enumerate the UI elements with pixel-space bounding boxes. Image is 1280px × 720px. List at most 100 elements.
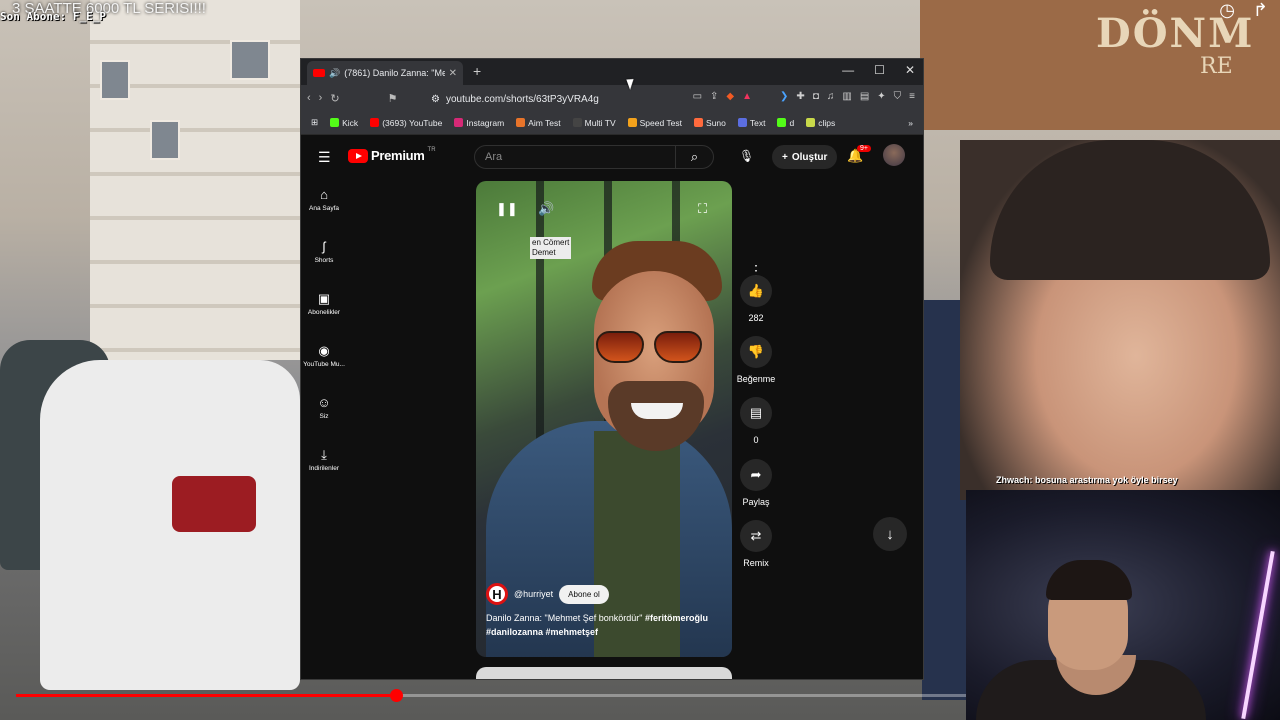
wallet-icon[interactable]: ▤ bbox=[860, 91, 869, 102]
close-tab-icon[interactable]: ✕ bbox=[449, 68, 457, 79]
fullscreen-icon[interactable]: ⛶ bbox=[698, 201, 707, 217]
next-short-preview[interactable] bbox=[476, 667, 732, 679]
avatar[interactable] bbox=[883, 144, 905, 166]
youtube-favicon-icon bbox=[313, 69, 325, 77]
bookmark-item[interactable]: (3693) YouTube bbox=[370, 118, 442, 128]
channel-avatar-icon[interactable]: H bbox=[486, 583, 508, 605]
share-page-icon[interactable]: ⇪ bbox=[710, 91, 718, 102]
forward-icon[interactable]: › bbox=[319, 92, 323, 104]
new-tab-icon[interactable]: + bbox=[473, 63, 481, 79]
youtube-page: ☰ Premium TR Ara ⌕ 🎙 + Oluştur 🔔 9+ ⌂ An… bbox=[301, 135, 923, 679]
tab-bar: 🔊 (7861) Danilo Zanna: "Mehme ✕ + — ☐ ✕ bbox=[301, 59, 923, 85]
back-icon[interactable]: ‹ bbox=[307, 92, 311, 104]
menu-icon[interactable]: ≡ bbox=[909, 91, 915, 102]
background-car-white bbox=[40, 360, 300, 690]
comments-button[interactable]: ▤ 0 bbox=[733, 397, 779, 445]
logo-text: Premium bbox=[371, 148, 425, 163]
sidebar-item-label: Abonelikler bbox=[307, 309, 341, 316]
channel-name[interactable]: @hurriyet bbox=[514, 589, 553, 599]
more-bookmarks-icon[interactable]: » bbox=[908, 118, 913, 128]
downloads-icon: ⤓ bbox=[321, 447, 327, 462]
sidebar-item[interactable]: ▣ Abonelikler bbox=[301, 291, 347, 316]
brave-rewards-icon[interactable]: ▲ bbox=[742, 91, 752, 102]
video-progress-knob[interactable] bbox=[390, 689, 403, 702]
browser-toolbar: ‹ › ↻ ⚑ ⚙ youtube.com/shorts/63tP3yVRA4g… bbox=[301, 85, 923, 111]
audio-icon[interactable]: 🔊 bbox=[329, 68, 340, 79]
microphone-icon[interactable]: 🎙 bbox=[739, 149, 754, 163]
leo-icon[interactable]: ✦ bbox=[877, 91, 885, 102]
video-smile bbox=[631, 403, 683, 419]
background-window bbox=[100, 60, 130, 100]
sidebar-item[interactable]: ☺ Siz bbox=[301, 395, 347, 420]
bookmarks-bar: ⊞ Kick (3693) YouTube Instagram Aim Test Mul… bbox=[301, 111, 923, 135]
tab-title: (7861) Danilo Zanna: "Mehme bbox=[344, 68, 444, 78]
webcam-hair bbox=[1046, 560, 1132, 600]
maximize-icon[interactable]: ☐ bbox=[874, 63, 885, 77]
share-icon[interactable]: ↱ bbox=[1253, 0, 1268, 21]
shorts-video-player[interactable]: ❚❚ 🔊 ⛶ en Cömert Demet H @hurriyet Abone… bbox=[476, 181, 732, 657]
dislike-button[interactable]: 👎 Beğenme bbox=[733, 336, 779, 384]
video-progress-bar[interactable] bbox=[16, 689, 966, 702]
apps-grid-icon[interactable]: ⊞ bbox=[311, 117, 318, 128]
pause-icon[interactable]: ❚❚ bbox=[496, 201, 518, 217]
stream-stage: DÖNM RE 3 SAATTE 6000 TL SERISI!!! Son A… bbox=[0, 0, 1280, 720]
search-icon[interactable]: ⌕ bbox=[675, 146, 713, 168]
bookmark-item[interactable]: Text bbox=[737, 117, 766, 128]
chat-text: bosuna arastırma yok öyle birsey bbox=[1035, 475, 1178, 485]
caption-line-1: en Cömert bbox=[532, 238, 570, 247]
subscribe-button[interactable]: Abone ol bbox=[559, 584, 609, 604]
hashtag-links[interactable]: #danilozanna #mehmetşef bbox=[486, 627, 598, 637]
bookmark-favicon-icon bbox=[572, 118, 582, 127]
bookmark-item[interactable]: Instagram bbox=[454, 118, 504, 128]
bookmark-favicon-icon bbox=[516, 118, 526, 127]
short-description[interactable]: Danilo Zanna: "Mehmet Şef bonkördür" #fe… bbox=[486, 611, 726, 639]
browser-tab[interactable]: 🔊 (7861) Danilo Zanna: "Mehme ✕ bbox=[307, 61, 463, 85]
bookmark-item[interactable]: Multi TV bbox=[572, 118, 616, 128]
bookmark-item[interactable]: clips bbox=[806, 118, 835, 128]
sidebar-item[interactable]: ʃ Shorts bbox=[301, 239, 347, 264]
bluetooth-icon[interactable]: ❯ bbox=[780, 91, 788, 102]
address-bar[interactable]: ⚙ youtube.com/shorts/63tP3yVRA4g bbox=[431, 90, 711, 108]
cast-icon[interactable]: ▭ bbox=[693, 91, 702, 102]
media-icon[interactable]: ♫ bbox=[827, 91, 835, 102]
close-window-icon[interactable]: ✕ bbox=[905, 63, 915, 77]
bookmark-icon[interactable]: ⚑ bbox=[388, 92, 398, 105]
vpn-icon[interactable]: ⛉ bbox=[894, 91, 902, 102]
sidebar-item[interactable]: ⤓ İndirilenler bbox=[301, 447, 347, 472]
menu-hamburger-icon[interactable]: ☰ bbox=[318, 149, 331, 166]
brave-shield-icon[interactable]: ◆ bbox=[726, 91, 734, 102]
create-button[interactable]: + Oluştur bbox=[772, 145, 838, 169]
watch-later-icon[interactable]: ◷ bbox=[1219, 0, 1235, 21]
site-info-icon[interactable]: ⚙ bbox=[431, 94, 440, 105]
music-icon: ◉ bbox=[318, 343, 330, 358]
bookmark-label: (3693) YouTube bbox=[382, 117, 443, 128]
sidebar-icon[interactable]: ▥ bbox=[842, 91, 851, 102]
bookmark-item[interactable]: Suno bbox=[694, 118, 726, 128]
like-count: 282 bbox=[748, 313, 764, 323]
bookmark-favicon-icon bbox=[806, 118, 816, 127]
minimize-icon[interactable]: — bbox=[842, 63, 854, 77]
subscriptions-icon: ▣ bbox=[317, 291, 331, 306]
youtube-logo[interactable]: Premium TR bbox=[348, 147, 436, 163]
description-text: Danilo Zanna: "Mehmet Şef bonkördür" bbox=[486, 613, 643, 623]
bookmark-item[interactable]: Speed Test bbox=[627, 118, 682, 128]
next-video-arrow-icon[interactable]: ↓ bbox=[873, 517, 907, 551]
extensions-icon[interactable]: ✚ bbox=[796, 91, 804, 102]
bookmark-item[interactable]: Kick bbox=[330, 118, 358, 128]
bookmark-label: Suno bbox=[706, 117, 726, 128]
sidebar-item[interactable]: ◉ YouTube Mu... bbox=[301, 343, 347, 368]
hashtag-link[interactable]: #feritömeroğlu bbox=[645, 613, 708, 623]
like-button[interactable]: 👍 282 bbox=[733, 275, 779, 323]
screenshot-icon[interactable]: ◘ bbox=[813, 91, 819, 102]
volume-icon[interactable]: 🔊 bbox=[538, 201, 554, 217]
search-input[interactable]: Ara ⌕ bbox=[474, 145, 714, 169]
share-button[interactable]: ➦ Paylaş bbox=[733, 459, 779, 507]
sidebar-item[interactable]: ⌂ Ana Sayfa bbox=[301, 187, 347, 212]
reload-icon[interactable]: ↻ bbox=[330, 92, 339, 105]
sunglass-lens-right bbox=[654, 331, 702, 363]
remix-button[interactable]: ⇄ Remix bbox=[733, 520, 779, 568]
bookmark-label: Text bbox=[749, 117, 766, 128]
background-window bbox=[230, 40, 270, 80]
bookmark-item[interactable]: Aim Test bbox=[516, 118, 561, 128]
bookmark-item[interactable]: d bbox=[777, 118, 794, 128]
